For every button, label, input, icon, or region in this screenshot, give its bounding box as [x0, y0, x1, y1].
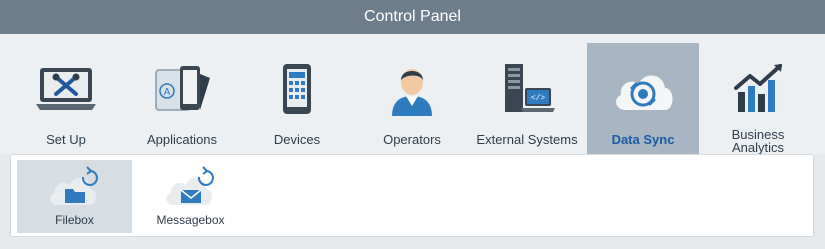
window-title-bar: Control Panel — [0, 0, 825, 34]
toolbar-item-label: Applications — [146, 132, 218, 147]
subpanel-item-label: Messagebox — [156, 213, 225, 227]
subpanel-item-label: Filebox — [55, 213, 94, 227]
toolbar-item-external-systems[interactable]: </> External Systems — [472, 43, 582, 154]
toolbar-item-label: Operators — [383, 132, 441, 147]
toolbar-item-business-analytics[interactable]: Business Analytics — [703, 43, 813, 154]
toolbar-item-label: Devices — [273, 132, 321, 147]
toolbar-item-label: External Systems — [476, 132, 578, 147]
toolbar-item-devices[interactable]: Devices — [242, 43, 352, 154]
toolbar-item-operators[interactable]: Operators — [357, 43, 467, 154]
mobile-device-icon — [261, 55, 333, 125]
toolbar-item-label: Business Analytics — [731, 127, 785, 155]
subpanel-item-filebox[interactable]: Filebox — [17, 160, 132, 233]
toolbar-item-setup[interactable]: Set Up — [11, 43, 121, 154]
cloud-folder-sync-icon — [45, 165, 105, 209]
toolbar-item-applications[interactable]: A Applications — [126, 43, 238, 154]
toolbar-item-label: Data Sync — [611, 132, 675, 147]
subpanel-item-messagebox[interactable]: Messagebox — [133, 160, 248, 233]
cloud-sync-icon — [607, 55, 679, 125]
svg-text:A: A — [164, 87, 171, 98]
server-laptop-icon: </> — [491, 55, 563, 125]
operator-icon — [376, 55, 448, 125]
window-title: Control Panel — [364, 8, 461, 25]
laptop-tools-icon — [30, 55, 102, 125]
tablet-phone-icon: A — [146, 55, 218, 125]
bar-chart-trend-icon — [722, 55, 794, 124]
control-panel-toolbar: Set Up A Applications Devices Operators … — [0, 34, 825, 154]
data-sync-subpanel: Filebox Messagebox — [10, 154, 814, 237]
svg-text:</>: </> — [531, 94, 546, 103]
cloud-envelope-sync-icon — [161, 165, 221, 209]
toolbar-item-label: Set Up — [46, 132, 86, 147]
toolbar-item-data-sync[interactable]: Data Sync — [587, 43, 699, 154]
